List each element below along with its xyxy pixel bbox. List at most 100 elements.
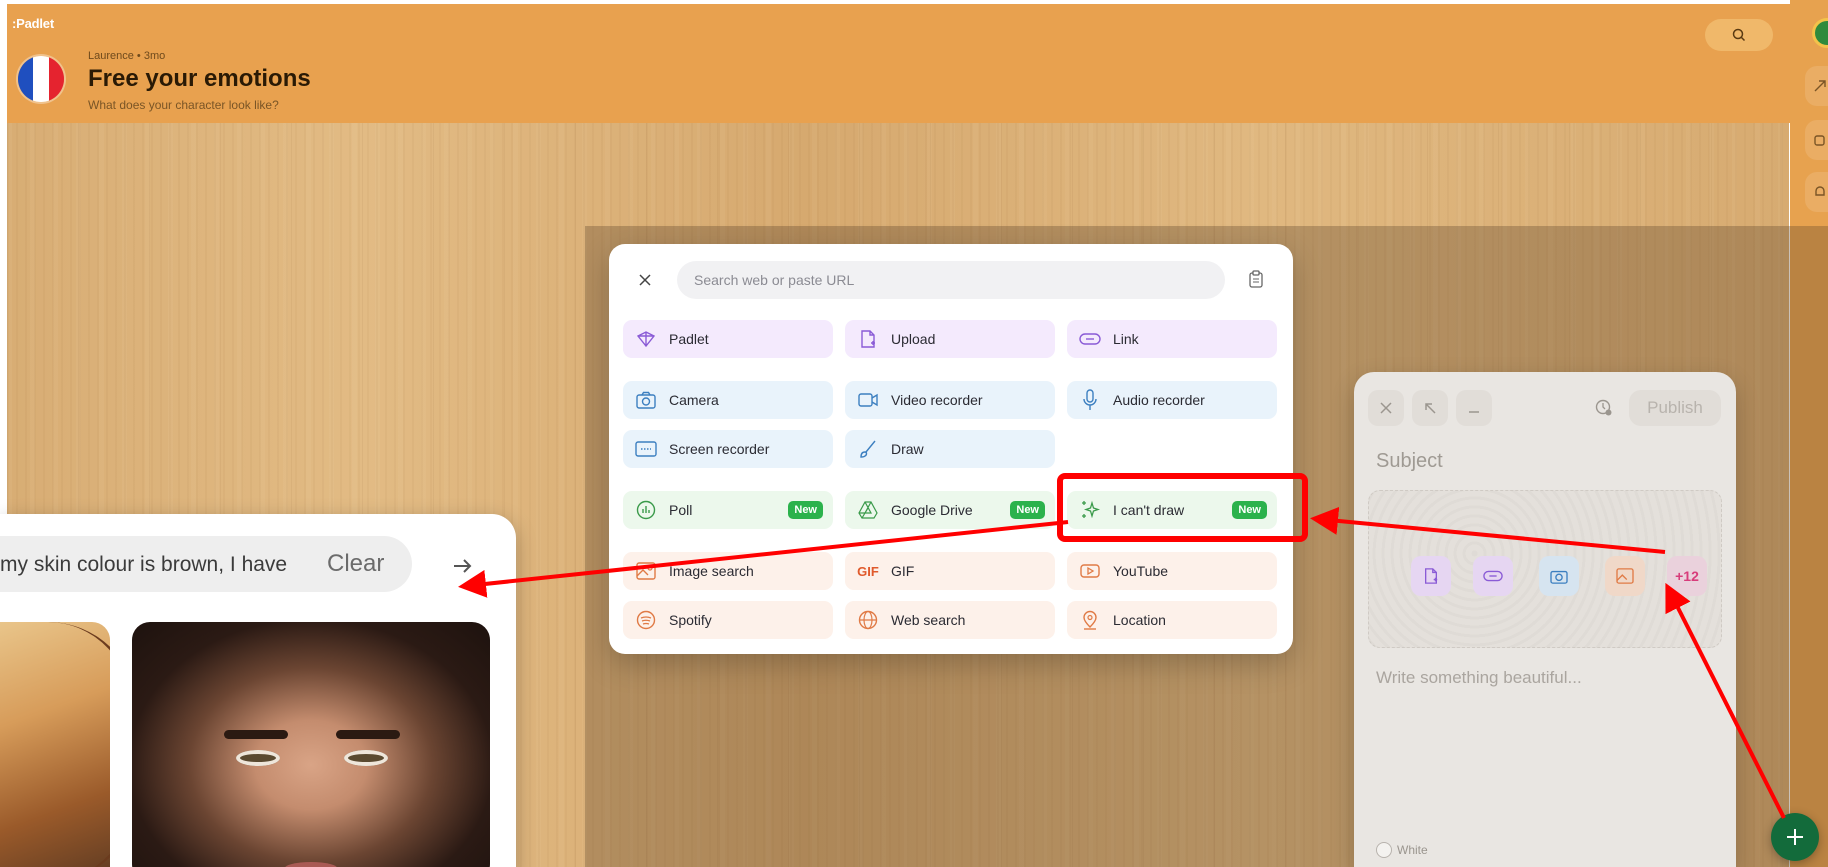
composer-link-button[interactable] (1473, 556, 1513, 596)
attachment-picker: Padlet Upload Link Camera Video recorder… (609, 244, 1293, 654)
board-title: Free your emotions (88, 65, 311, 92)
poll-icon (635, 499, 657, 521)
expand-composer-button[interactable] (1412, 390, 1448, 426)
color-option-white[interactable]: White (1376, 842, 1428, 858)
portrait-brow-right (336, 730, 400, 739)
google-drive-icon (857, 499, 879, 521)
tile-camera[interactable]: Camera (623, 381, 833, 419)
tile-label: YouTube (1113, 563, 1169, 579)
close-picker-button[interactable] (633, 268, 657, 292)
tile-image-search[interactable]: Image search (623, 552, 833, 590)
post-composer: Publish Subject +12 Write something beau… (1354, 372, 1736, 867)
tile-label: Audio recorder (1113, 392, 1205, 408)
tile-label: Upload (891, 331, 936, 347)
remake-button[interactable] (1805, 120, 1828, 160)
tile-video-recorder[interactable]: Video recorder (845, 381, 1055, 419)
arrow-up-left-icon (1425, 403, 1436, 414)
paste-clipboard-button[interactable] (1248, 270, 1264, 293)
composer-upload-button[interactable] (1411, 556, 1451, 596)
clear-button[interactable]: Clear (327, 550, 384, 578)
image-search-icon (635, 560, 657, 582)
ai-prompt-field[interactable]: my skin colour is brown, I have Clear (0, 536, 412, 592)
screen-recorder-icon (635, 438, 657, 460)
tile-location[interactable]: Location (1067, 601, 1277, 639)
tile-label: Image search (669, 563, 754, 579)
tile-upload[interactable]: Upload (845, 320, 1055, 358)
bell-icon (1815, 186, 1825, 196)
subject-field[interactable]: Subject (1376, 450, 1443, 473)
board-header: :Padlet Laurence • 3mo Free your emotion… (0, 0, 1790, 127)
tile-gif[interactable]: GIF GIF (845, 552, 1055, 590)
header-edge (0, 4, 7, 127)
tile-link[interactable]: Link (1067, 320, 1277, 358)
tile-label: GIF (891, 563, 915, 579)
tile-youtube[interactable]: YouTube (1067, 552, 1277, 590)
composer-image-search-button[interactable] (1605, 556, 1645, 596)
clipboard-icon (1249, 270, 1263, 288)
tile-draw[interactable]: Draw (845, 430, 1055, 468)
tile-label: Location (1113, 612, 1166, 628)
generated-image-1[interactable] (0, 622, 110, 867)
gif-icon: GIF (857, 563, 879, 579)
minimize-composer-button[interactable] (1456, 390, 1492, 426)
tile-label: Camera (669, 392, 719, 408)
close-icon (1380, 402, 1392, 414)
tile-label: Web search (891, 612, 966, 628)
tile-label: Poll (669, 502, 693, 518)
tile-poll[interactable]: Poll New (623, 491, 833, 529)
attachment-dropzone[interactable]: +12 (1368, 490, 1722, 648)
copy-icon (1814, 135, 1825, 146)
camera-icon (1550, 570, 1568, 584)
new-badge: New (788, 501, 823, 519)
padlet-logo[interactable]: :Padlet (12, 16, 54, 31)
highlight-box (1057, 473, 1308, 542)
ai-prompt-text: my skin colour is brown, I have (0, 553, 288, 576)
color-swatch (1376, 842, 1392, 858)
tile-web-search[interactable]: Web search (845, 601, 1055, 639)
location-pin-icon (1079, 609, 1101, 631)
body-field[interactable]: Write something beautiful... (1376, 668, 1582, 688)
share-button[interactable] (1805, 66, 1828, 106)
new-badge: New (1010, 501, 1045, 519)
clock-settings-icon (1595, 399, 1612, 416)
portrait-lips (284, 862, 338, 867)
upload-icon (857, 328, 879, 350)
close-composer-button[interactable] (1368, 390, 1404, 426)
tile-google-drive[interactable]: Google Drive New (845, 491, 1055, 529)
board-subtitle: What does your character look like? (88, 98, 279, 112)
post-settings-button[interactable] (1586, 390, 1622, 426)
notifications-button[interactable] (1805, 172, 1828, 212)
youtube-icon (1079, 560, 1101, 582)
composer-more-button[interactable]: +12 (1667, 556, 1707, 596)
composer-camera-button[interactable] (1539, 556, 1579, 596)
generated-image-2[interactable] (132, 622, 490, 867)
france-flag-avatar[interactable] (18, 56, 64, 102)
portrait-brow-left (224, 730, 288, 739)
board-byline: Laurence • 3mo (88, 50, 166, 62)
spotify-icon (635, 609, 657, 631)
tile-label: Padlet (669, 331, 709, 347)
padlet-icon (635, 328, 657, 350)
tile-audio-recorder[interactable]: Audio recorder (1067, 381, 1277, 419)
tile-label: Screen recorder (669, 441, 770, 457)
color-label: White (1397, 843, 1428, 857)
tile-screen-recorder[interactable]: Screen recorder (623, 430, 833, 468)
tile-spotify[interactable]: Spotify (623, 601, 833, 639)
tile-label: Link (1113, 331, 1139, 347)
web-search-input[interactable] (677, 261, 1225, 299)
ai-image-panel: my skin colour is brown, I have Clear (0, 514, 516, 867)
share-icon (1814, 80, 1826, 92)
brush-icon (857, 438, 879, 460)
search-button[interactable] (1705, 19, 1773, 51)
submit-arrow-button[interactable] (450, 554, 474, 583)
more-count: +12 (1675, 568, 1699, 584)
publish-button[interactable]: Publish (1629, 390, 1721, 426)
portrait-eye-left (236, 750, 280, 766)
add-post-button[interactable] (1771, 813, 1819, 861)
tile-padlet[interactable]: Padlet (623, 320, 833, 358)
tile-label: Draw (891, 441, 924, 457)
globe-icon (857, 609, 879, 631)
tile-label: Video recorder (891, 392, 983, 408)
bow-shape (48, 622, 110, 867)
upload-icon (1425, 568, 1438, 584)
